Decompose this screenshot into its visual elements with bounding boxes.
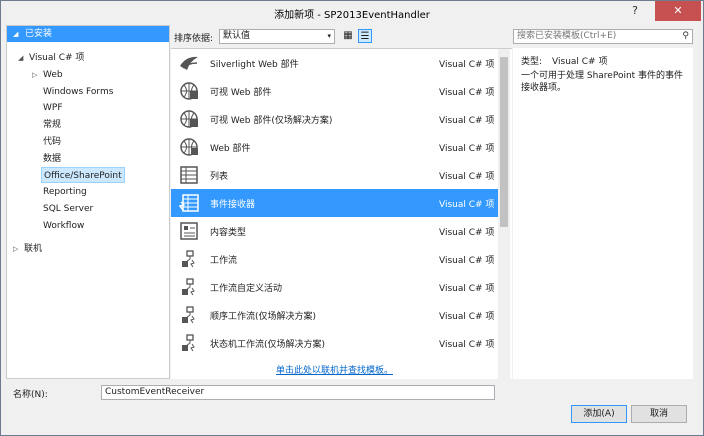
template-language: Visual C# 项 [439,200,495,210]
template-item[interactable]: 列表 Visual C# 项 [171,161,498,189]
template-language: Visual C# 项 [439,256,495,266]
template-language: Visual C# 项 [439,340,495,350]
template-language: Visual C# 项 [439,172,495,182]
list-icon [180,166,198,184]
name-input[interactable]: CustomEventReceiver [101,385,495,400]
template-name: 列表 [210,172,229,182]
template-name: Silverlight Web 部件 [210,60,299,70]
template-item[interactable]: 可视 Web 部件 Visual C# 项 [171,77,498,105]
tree-item-wpf[interactable]: WPF [43,100,63,116]
tree-item-label: Web [43,70,63,80]
type-line: 类型: Visual C# 项 [521,54,607,67]
window-title: 添加新项 - SP2013EventHandler [274,10,430,21]
list-view-icon[interactable]: ☰ [358,29,372,43]
visual-webpart-icon [180,82,198,100]
tree-section-label: 联机 [24,244,43,254]
category-tree: ◢ 已安装 ◢ Visual C# 项 ▷ Web Windows Forms … [6,25,170,379]
template-item[interactable]: Web 部件 Visual C# 项 [171,133,498,161]
tree-item-sql-server[interactable]: SQL Server [43,201,93,217]
tree-section-online[interactable]: ▷ 联机 [13,241,43,257]
template-description: 一个可用于处理 SharePoint 事件的事件接收器项。 [521,71,684,93]
template-name: 可视 Web 部件 [210,88,272,98]
sequential-workflow-icon [182,306,195,324]
tree-item-windows-forms[interactable]: Windows Forms [43,84,113,100]
webpart-icon [180,138,198,156]
type-value: Visual C# 项 [552,57,608,67]
template-name: 可视 Web 部件(仅场解决方案) [210,116,333,126]
template-item[interactable]: 内容类型 Visual C# 项 [171,217,498,245]
template-name: 内容类型 [210,228,247,238]
template-name: Web 部件 [210,144,251,154]
template-name: 工作流 [210,256,238,266]
tree-item-visual-csharp[interactable]: ◢ Visual C# 项 [18,50,85,66]
template-language: Visual C# 项 [439,228,495,238]
template-details: 类型: Visual C# 项 一个可用于处理 SharePoint 事件的事件接… [513,48,693,379]
silverlight-webpart-icon [180,56,198,70]
template-language: Visual C# 项 [439,144,495,154]
name-label: 名称(N): [13,390,48,400]
sort-dropdown[interactable]: 默认值 ▾ [219,29,335,44]
template-language: Visual C# 项 [439,88,495,98]
tree-item-web[interactable]: ▷ Web [32,67,63,83]
template-item-selected[interactable]: 事件接收器 Visual C# 项 [171,189,498,217]
tree-item-workflow[interactable]: Workflow [43,218,84,234]
template-list: Silverlight Web 部件 Visual C# 项 可视 Web 部件… [171,48,512,380]
state-machine-workflow-icon [182,334,195,352]
template-name: 工作流自定义活动 [210,284,283,294]
add-new-item-dialog: 添加新项 - SP2013EventHandler ? ✕ ◢ 已安装 ◢ Vi… [0,0,704,436]
tree-item-reporting[interactable]: Reporting [43,184,87,200]
template-item[interactable]: 工作流 Visual C# 项 [171,245,498,273]
sort-value: 默认值 [223,31,251,41]
collapse-icon[interactable]: ◢ [18,50,23,66]
event-receiver-icon [178,194,199,212]
search-input[interactable]: 搜索已安装模板(Ctrl+E) ⚲ [513,29,693,44]
cancel-button[interactable]: 取消 [631,405,687,423]
tree-section-installed[interactable]: ◢ 已安装 [7,26,169,42]
collapse-icon: ◢ [13,30,19,38]
template-language: Visual C# 项 [439,312,495,322]
visual-webpart-farm-icon [180,110,198,128]
help-button[interactable]: ? [621,1,649,21]
workflow-activity-icon [182,278,195,296]
add-button[interactable]: 添加(A) [571,405,627,423]
search-placeholder: 搜索已安装模板(Ctrl+E) [517,31,617,41]
template-item[interactable]: 状态机工作流(仅场解决方案) Visual C# 项 [171,329,498,357]
tree-item-code[interactable]: 代码 [43,134,61,150]
grid-view-icon[interactable]: ▦ [341,29,355,43]
template-language: Visual C# 项 [439,284,495,294]
tree-item-label: Visual C# 项 [29,53,85,63]
online-templates-link[interactable]: 单击此处以联机并查找模板。 [171,363,498,376]
tree-item-data[interactable]: 数据 [43,151,61,167]
template-item[interactable]: 顺序工作流(仅场解决方案) Visual C# 项 [171,301,498,329]
expand-icon[interactable]: ▷ [13,241,18,257]
template-name: 顺序工作流(仅场解决方案) [210,312,317,322]
close-button[interactable]: ✕ [655,1,701,21]
expand-icon[interactable]: ▷ [32,67,37,83]
content-type-icon [180,222,198,240]
template-item[interactable]: Silverlight Web 部件 Visual C# 项 [171,49,498,77]
template-language: Visual C# 项 [439,116,495,126]
template-item[interactable]: 工作流自定义活动 Visual C# 项 [171,273,498,301]
template-name: 状态机工作流(仅场解决方案) [210,340,326,350]
template-language: Visual C# 项 [439,60,495,70]
title-bar: 添加新项 - SP2013EventHandler ? ✕ [1,1,703,25]
template-name: 事件接收器 [210,200,256,210]
template-item[interactable]: 可视 Web 部件(仅场解决方案) Visual C# 项 [171,105,498,133]
chevron-down-icon: ▾ [327,32,331,40]
sort-label: 排序依据: [174,34,214,44]
template-list-scrollbar[interactable] [498,49,510,380]
tree-section-label: 已安装 [25,29,53,39]
tree-item-general[interactable]: 常规 [43,117,61,133]
workflow-icon [182,250,195,268]
scroll-thumb[interactable] [500,57,508,227]
type-label: 类型: [521,57,543,67]
tree-item-office-sharepoint[interactable]: Office/SharePoint [41,167,125,183]
search-icon[interactable]: ⚲ [682,30,689,43]
